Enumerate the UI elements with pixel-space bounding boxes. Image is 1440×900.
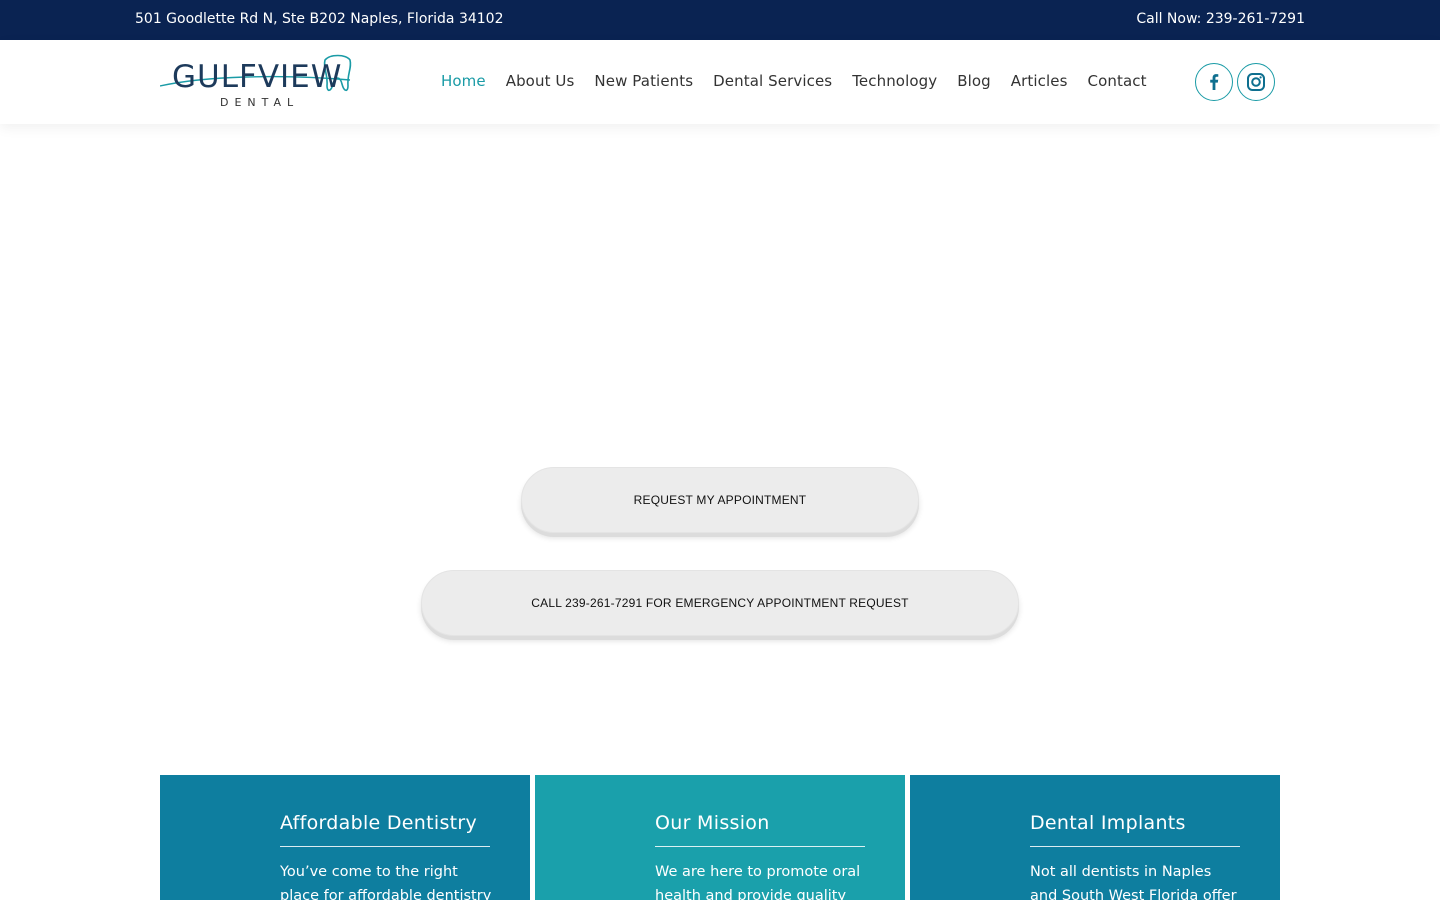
site-logo[interactable]: GULFVIEW DENTAL — [160, 50, 355, 114]
feature-card-our-mission: Our Mission We are here to promote oral … — [535, 775, 905, 900]
social-links — [1195, 63, 1275, 101]
facebook-link[interactable] — [1195, 63, 1233, 101]
facebook-icon — [1210, 74, 1219, 90]
nav-articles[interactable]: Articles — [1001, 72, 1078, 90]
card-text: We are here to promote oral health and p… — [655, 864, 861, 900]
instagram-link[interactable] — [1237, 63, 1275, 101]
request-appointment-button[interactable]: REQUEST MY APPOINTMENT — [521, 467, 919, 533]
logo-wordmark: GULFVIEW — [172, 59, 343, 95]
nav-home[interactable]: Home — [431, 72, 496, 90]
card-divider — [280, 846, 490, 847]
nav-dental-services[interactable]: Dental Services — [703, 72, 842, 90]
card-title: Dental Implants — [1030, 812, 1186, 834]
nav-contact[interactable]: Contact — [1078, 72, 1157, 90]
instagram-icon — [1247, 73, 1265, 91]
card-divider — [655, 846, 865, 847]
card-text: Not all dentists in Naples and South Wes… — [1030, 864, 1237, 900]
nav-new-patients[interactable]: New Patients — [584, 72, 703, 90]
main-navigation: Home About Us New Patients Dental Servic… — [431, 72, 1157, 90]
top-info-bar: 501 Goodlette Rd N, Ste B202 Naples, Flo… — [0, 0, 1440, 40]
call-now-link[interactable]: Call Now: 239-261-7291 — [1136, 11, 1305, 27]
nav-blog[interactable]: Blog — [947, 72, 1001, 90]
emergency-call-button[interactable]: CALL 239-261-7291 FOR EMERGENCY APPOINTM… — [421, 570, 1019, 636]
card-title: Affordable Dentistry — [280, 812, 478, 834]
card-divider — [1030, 846, 1240, 847]
feature-card-affordable-dentistry: Affordable Dentistry You’ve come to the … — [160, 775, 530, 900]
address-text: 501 Goodlette Rd N, Ste B202 Naples, Flo… — [135, 11, 504, 27]
card-text: You’ve come to the right place for affor… — [280, 864, 492, 900]
nav-technology[interactable]: Technology — [842, 72, 947, 90]
site-header: GULFVIEW DENTAL Home About Us New Patien… — [0, 40, 1440, 124]
feature-card-dental-implants: Dental Implants Not all dentists in Napl… — [910, 775, 1280, 900]
logo-subtitle: DENTAL — [220, 96, 300, 109]
card-title: Our Mission — [655, 812, 770, 834]
nav-about-us[interactable]: About Us — [496, 72, 585, 90]
